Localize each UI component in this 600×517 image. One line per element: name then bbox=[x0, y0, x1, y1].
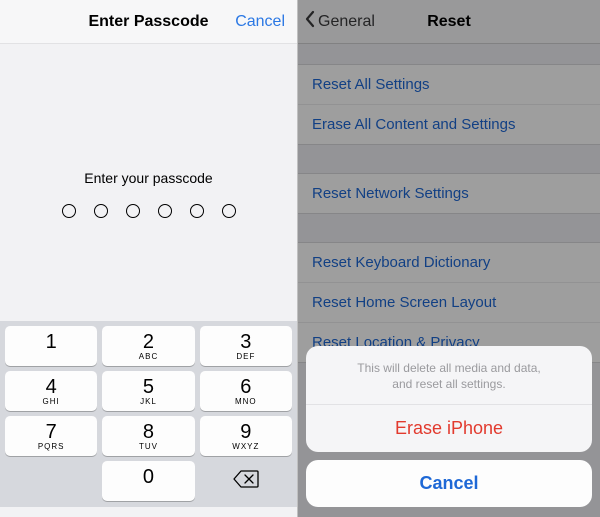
key-letters: TUV bbox=[139, 443, 158, 451]
key-digit: 6 bbox=[240, 377, 251, 397]
key-backspace[interactable] bbox=[200, 461, 292, 501]
passcode-title: Enter Passcode bbox=[88, 13, 208, 31]
action-sheet: This will delete all media and data, and… bbox=[306, 346, 592, 507]
key-digit: 2 bbox=[143, 332, 154, 352]
key-1[interactable]: 1 bbox=[5, 326, 97, 366]
numeric-keypad: 1 2 ABC 3 DEF 4 GHI 5 JKL 6 MNO 7 PQRS 8 bbox=[0, 321, 297, 507]
key-5[interactable]: 5 JKL bbox=[102, 371, 194, 411]
key-letters: PQRS bbox=[38, 443, 65, 451]
backspace-icon bbox=[233, 470, 259, 492]
key-letters: GHI bbox=[43, 398, 60, 406]
key-digit: 1 bbox=[46, 332, 57, 352]
passcode-screen: Enter Passcode Cancel Enter your passcod… bbox=[0, 0, 298, 517]
passcode-cancel-button[interactable]: Cancel bbox=[235, 13, 285, 31]
key-3[interactable]: 3 DEF bbox=[200, 326, 292, 366]
sheet-msg-line: and reset all settings. bbox=[392, 377, 505, 391]
key-letters: WXYZ bbox=[232, 443, 259, 451]
passcode-dot bbox=[94, 204, 108, 218]
passcode-dot bbox=[222, 204, 236, 218]
key-4[interactable]: 4 GHI bbox=[5, 371, 97, 411]
erase-iphone-button[interactable]: Erase iPhone bbox=[306, 405, 592, 452]
key-6[interactable]: 6 MNO bbox=[200, 371, 292, 411]
key-digit: 9 bbox=[240, 422, 251, 442]
passcode-navbar: Enter Passcode Cancel bbox=[0, 0, 297, 44]
passcode-dot bbox=[126, 204, 140, 218]
key-digit: 7 bbox=[46, 422, 57, 442]
passcode-entry-area: Enter your passcode bbox=[0, 44, 297, 344]
passcode-dot bbox=[190, 204, 204, 218]
key-8[interactable]: 8 TUV bbox=[102, 416, 194, 456]
key-9[interactable]: 9 WXYZ bbox=[200, 416, 292, 456]
key-letters: ABC bbox=[139, 353, 158, 361]
key-letters: MNO bbox=[235, 398, 257, 406]
passcode-dots bbox=[62, 204, 236, 218]
passcode-dot bbox=[158, 204, 172, 218]
key-2[interactable]: 2 ABC bbox=[102, 326, 194, 366]
action-sheet-block: This will delete all media and data, and… bbox=[306, 346, 592, 452]
sheet-cancel-button[interactable]: Cancel bbox=[306, 460, 592, 507]
key-0[interactable]: 0 bbox=[102, 461, 194, 501]
key-letters: JKL bbox=[140, 398, 157, 406]
sheet-msg-line: This will delete all media and data, bbox=[357, 361, 540, 375]
key-letters: DEF bbox=[236, 353, 255, 361]
passcode-prompt: Enter your passcode bbox=[84, 170, 212, 186]
reset-screen: General Reset Reset All Settings Erase A… bbox=[298, 0, 600, 517]
key-digit: 8 bbox=[143, 422, 154, 442]
passcode-dot bbox=[62, 204, 76, 218]
key-7[interactable]: 7 PQRS bbox=[5, 416, 97, 456]
key-digit: 0 bbox=[143, 467, 154, 487]
key-blank bbox=[5, 461, 97, 501]
key-digit: 5 bbox=[143, 377, 154, 397]
key-digit: 3 bbox=[240, 332, 251, 352]
key-digit: 4 bbox=[46, 377, 57, 397]
action-sheet-message: This will delete all media and data, and… bbox=[306, 346, 592, 405]
